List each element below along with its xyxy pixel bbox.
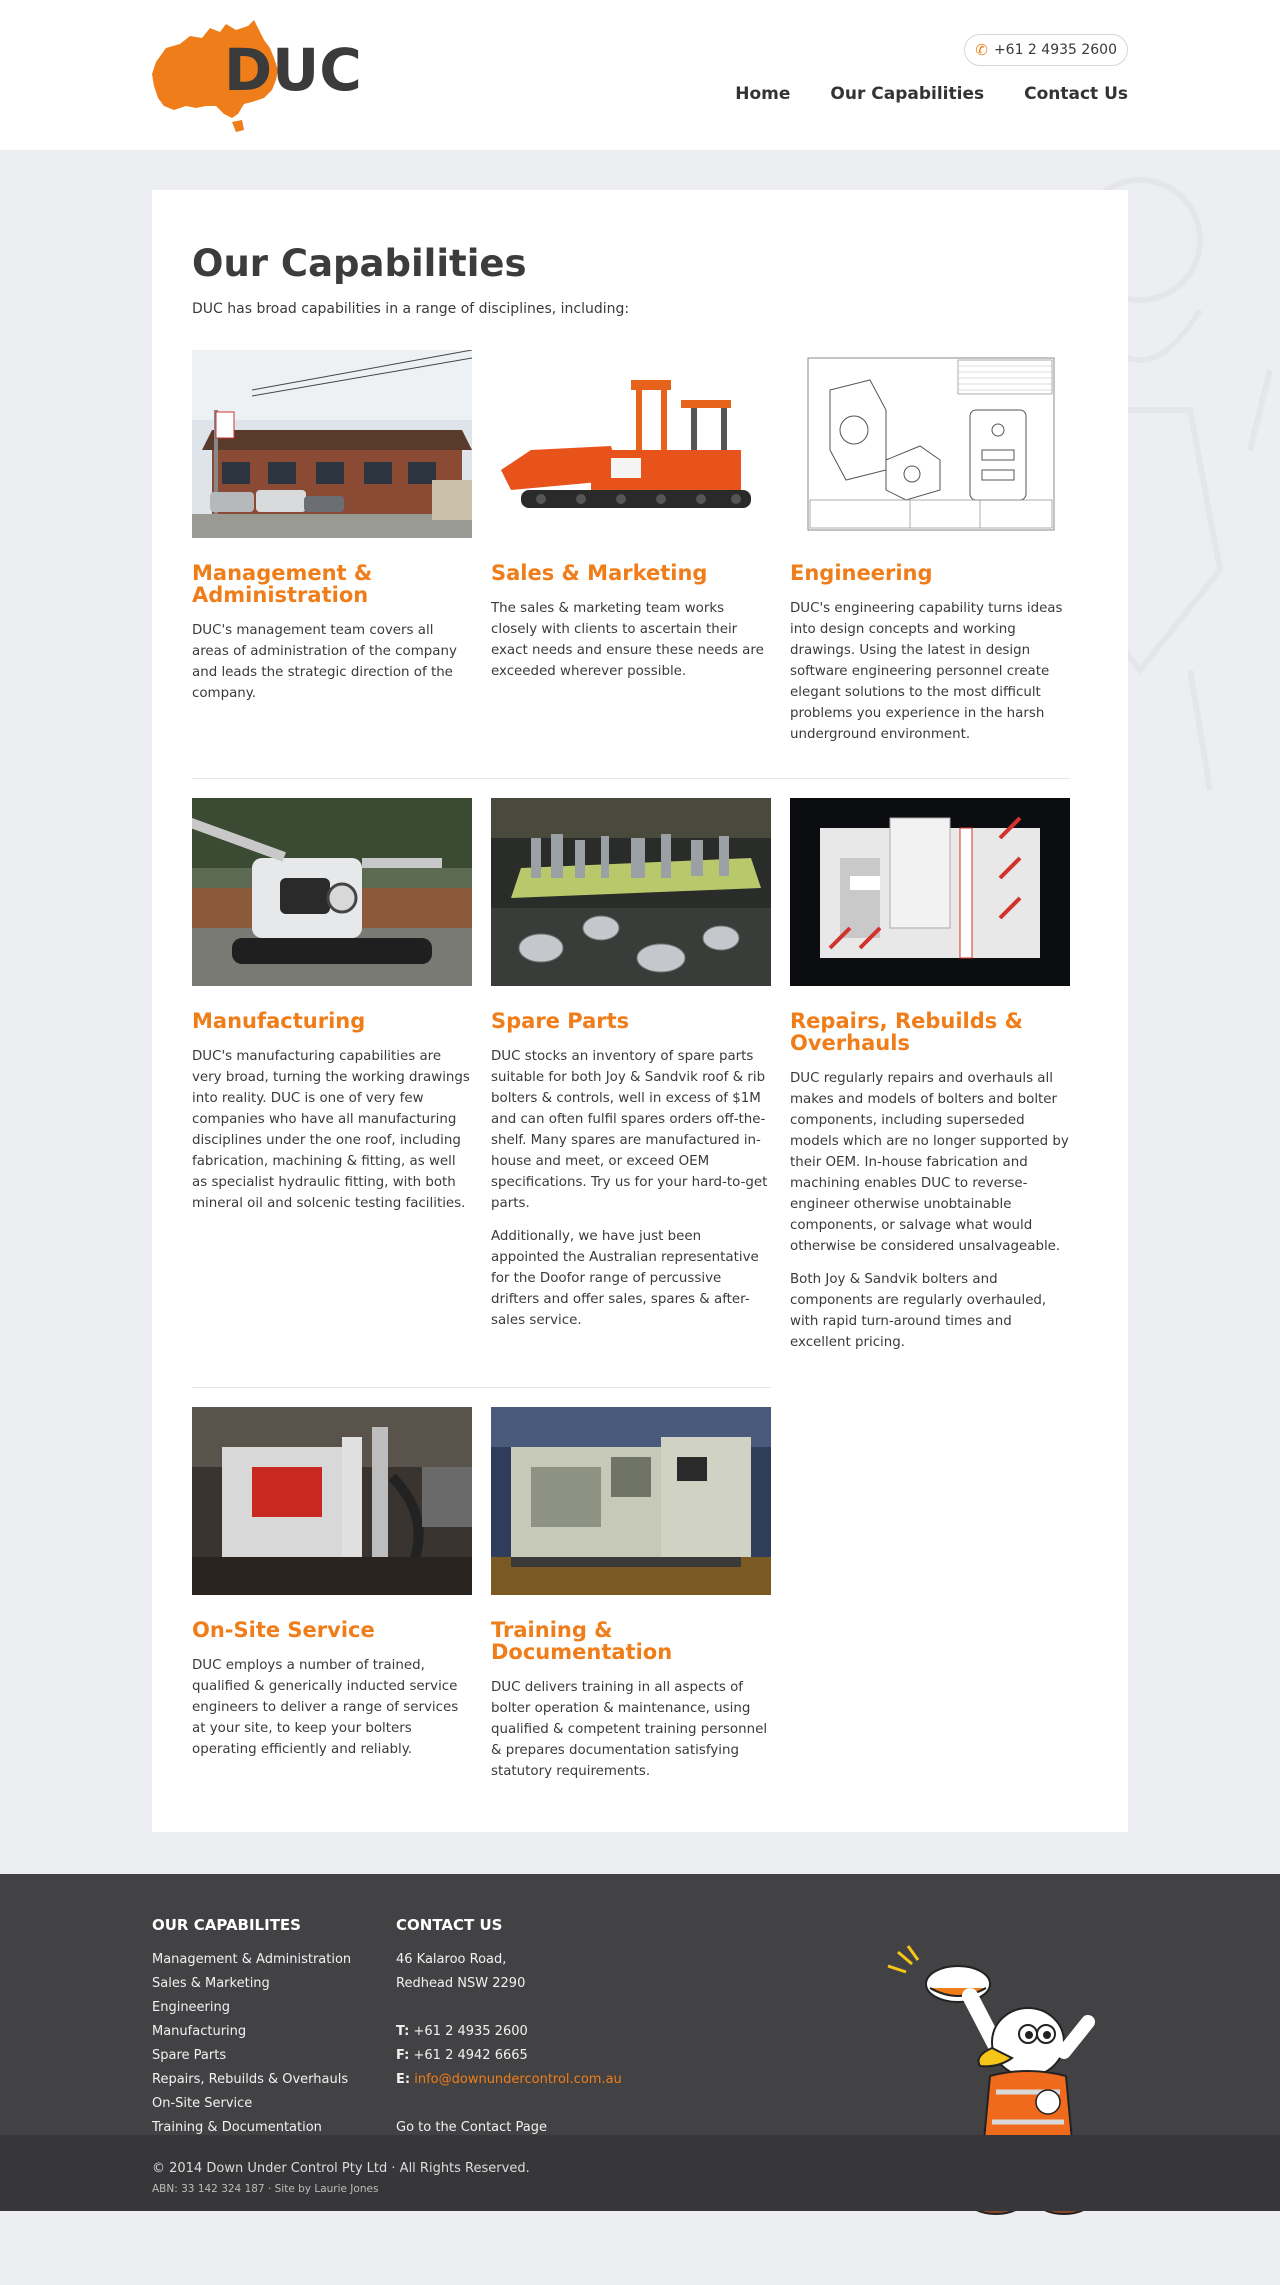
capability-title: Management & Administration [192,561,373,607]
phone-icon: ✆ [975,41,988,59]
capability-text: Additionally, we have just been appointe… [491,1229,759,1328]
header-phone: +61 2 4935 2600 [993,42,1117,58]
footer-link-sales[interactable]: Sales & Marketing [152,1972,351,1996]
footer-link-on-site-service[interactable]: On-Site Service [152,2092,351,2116]
capability-text: DUC's engineering capability turns ideas… [790,601,1063,742]
footer-capabilities-column: OUR CAPABILITES Management & Administrat… [152,1916,351,2140]
footer-contact-column: CONTACT US 46 Kalaroo Road, Redhead NSW … [396,1916,622,2140]
capability-text: DUC's management team covers all areas o… [192,623,457,701]
row-divider [192,778,1070,779]
abn-credit-text: ABN: 33 142 324 187 · Site by Laurie Jon… [152,2183,379,2195]
capability-spare-parts: Spare Parts DUC stocks an inventory of s… [491,798,771,1353]
footer-link-engineering[interactable]: Engineering [152,1996,351,2020]
footer-bottom-bar: © 2014 Down Under Control Pty Ltd · All … [0,2135,1280,2211]
address-line: Redhead NSW 2290 [396,1976,526,1991]
duc-australia-logo: DUC [152,20,362,132]
capability-repairs: Repairs, Rebuilds & Overhauls DUC regula… [790,798,1070,1353]
site-logo[interactable]: DUC [152,18,377,136]
footer-heading: OUR CAPABILITES [152,1916,301,1934]
page-title: Our Capabilities [192,242,527,285]
copyright-text: © 2014 Down Under Control Pty Ltd · All … [152,2161,530,2176]
capabilities-card: Our Capabilities DUC has broad capabilit… [152,190,1128,1832]
nav-home[interactable]: Home [735,84,790,104]
capability-text: The sales & marketing team works closely… [491,601,764,679]
capability-text: DUC delivers training in all aspects of … [491,1680,768,1779]
fax-label: F: [396,2048,410,2063]
capability-text: DUC employs a number of trained, qualifi… [192,1658,459,1757]
capability-title: Training & Documentation [491,1618,673,1664]
capability-training: Training & Documentation DUC delivers tr… [491,1407,771,1782]
capability-title: Repairs, Rebuilds & Overhauls [790,1009,1023,1055]
main-nav: Home Our Capabilities Contact Us [735,84,1128,104]
footer-link-manufacturing[interactable]: Manufacturing [152,2020,351,2044]
capability-text: DUC regularly repairs and overhauls all … [790,1071,1069,1254]
capability-engineering: Engineering DUC's engineering capability… [790,350,1070,745]
capability-text: Both Joy & Sandvik bolters and component… [790,1272,1047,1350]
capability-title: Engineering [790,561,933,585]
spare-parts-photo [491,798,771,986]
nav-our-capabilities[interactable]: Our Capabilities [830,84,984,104]
phone-label: T: [396,2024,410,2039]
capability-on-site-service: On-Site Service DUC employs a number of … [192,1407,472,1782]
email-label: E: [396,2072,411,2087]
row-divider [192,1387,771,1388]
footer-fax: F: +61 2 4942 6665 [396,2044,622,2068]
footer-phone: T: +61 2 4935 2600 [396,2020,622,2044]
capability-management: Management & Administration DUC's manage… [192,350,472,745]
footer-heading: CONTACT US [396,1916,503,1934]
site-header: DUC ✆ +61 2 4935 2600 Home Our Capabilit… [0,0,1280,150]
engineering-drawing-image [790,350,1070,538]
phone-number: +61 2 4935 2600 [413,2024,528,2039]
capability-title: Spare Parts [491,1009,630,1033]
footer-link-repairs[interactable]: Repairs, Rebuilds & Overhauls [152,2068,351,2092]
rebuilt-bolter-photo [790,798,1070,986]
capability-row-1: Management & Administration DUC's manage… [192,350,1070,745]
on-site-service-photo [192,1407,472,1595]
capability-row-3: On-Site Service DUC employs a number of … [192,1407,1069,1782]
fax-number: +61 2 4942 6665 [413,2048,528,2063]
manufactured-bolter-photo [192,798,472,986]
capability-title: On-Site Service [192,1618,375,1642]
email-link[interactable]: info@downundercontrol.com.au [414,2072,622,2087]
footer-email: E: info@downundercontrol.com.au [396,2068,622,2092]
address-line: 46 Kalaroo Road, [396,1952,507,1967]
phone-badge[interactable]: ✆ +61 2 4935 2600 [964,34,1128,66]
capability-title: Manufacturing [192,1009,366,1033]
site-footer: OUR CAPABILITES Management & Administrat… [0,1874,1280,2215]
bolter-machine-photo [491,350,771,538]
capability-text: DUC's manufacturing capabilities are ver… [192,1049,470,1211]
capability-row-2: Manufacturing DUC's manufacturing capabi… [192,798,1070,1353]
capability-sales: Sales & Marketing The sales & marketing … [491,350,771,745]
nav-contact-us[interactable]: Contact Us [1024,84,1128,104]
footer-link-management[interactable]: Management & Administration [152,1948,351,1972]
capability-text: DUC stocks an inventory of spare parts s… [491,1049,768,1211]
page-intro: DUC has broad capabilities in a range of… [192,301,630,317]
content-band: Our Capabilities DUC has broad capabilit… [0,150,1280,1874]
capability-manufacturing: Manufacturing DUC's manufacturing capabi… [192,798,472,1353]
capability-title: Sales & Marketing [491,561,708,585]
cnc-machine-photo [491,1407,771,1595]
footer-link-spare-parts[interactable]: Spare Parts [152,2044,351,2068]
svg-text:DUC: DUC [224,36,362,104]
office-building-photo [192,350,472,538]
